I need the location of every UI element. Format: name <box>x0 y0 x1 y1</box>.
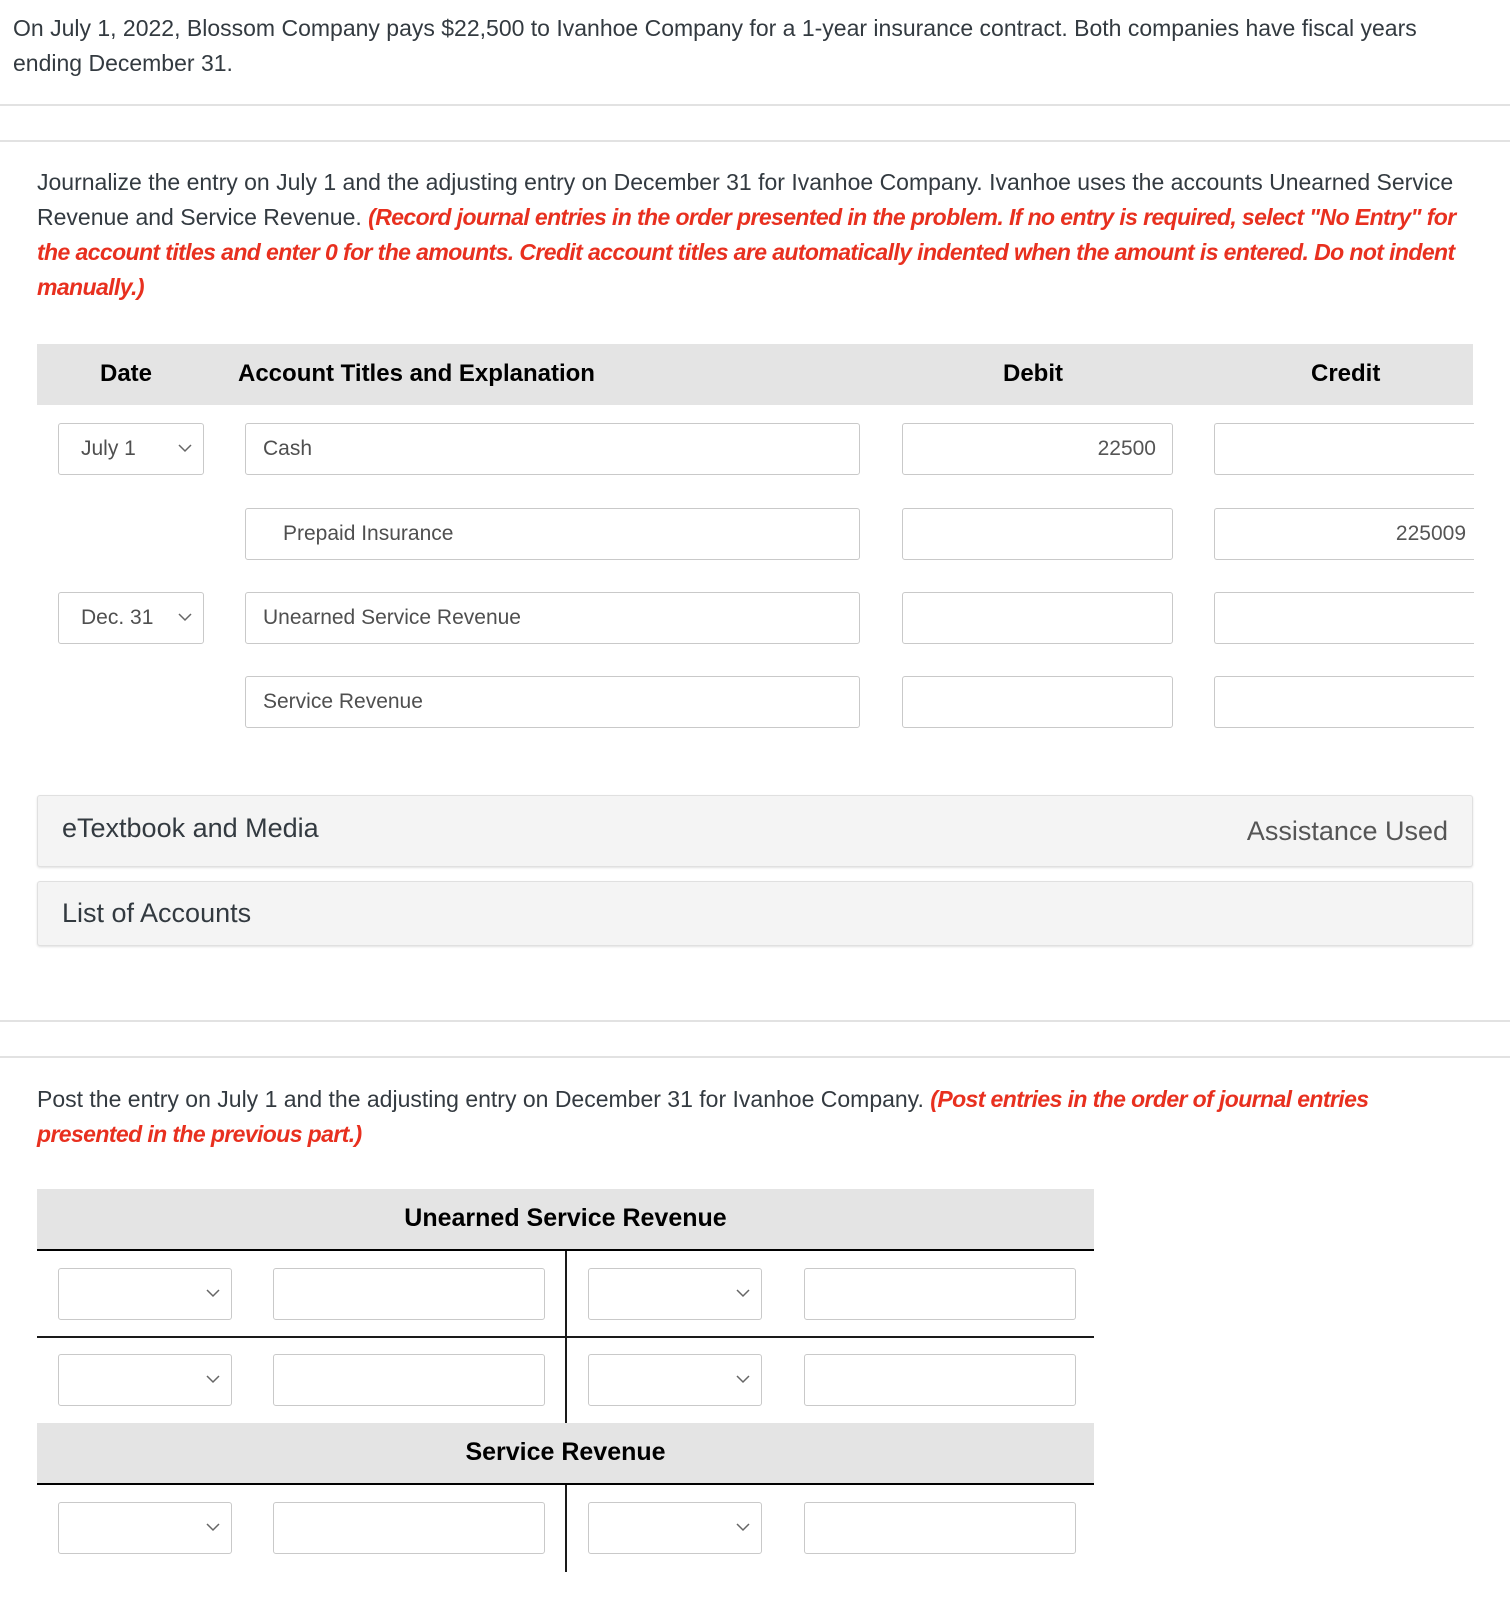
t-right-date-select[interactable] <box>588 1268 762 1320</box>
t-left-amount-input[interactable] <box>273 1354 545 1406</box>
credit-input[interactable]: 225009 <box>1214 508 1474 560</box>
chevron-down-icon <box>178 613 192 622</box>
date-select-value: Dec. 31 <box>81 606 154 629</box>
etextbook-panel[interactable]: eTextbook and Media Assistance Used <box>37 795 1473 867</box>
debit-input[interactable] <box>902 592 1173 644</box>
credit-input[interactable] <box>1214 676 1474 728</box>
date-select-value: July 1 <box>81 437 136 460</box>
list-of-accounts-link[interactable]: List of Accounts <box>62 898 251 929</box>
journal-instructions: Journalize the entry on July 1 and the a… <box>37 165 1477 305</box>
debit-input[interactable] <box>902 508 1173 560</box>
chevron-down-icon <box>206 1523 220 1532</box>
t-account-title: Service Revenue <box>465 1438 666 1466</box>
t-right-amount-input[interactable] <box>804 1502 1076 1554</box>
posting-instructions: Post the entry on July 1 and the adjusti… <box>37 1082 1477 1152</box>
account-title-input[interactable]: Cash <box>245 423 860 475</box>
date-select[interactable]: July 1 <box>58 423 204 475</box>
debit-input[interactable]: 22500 <box>902 423 1173 475</box>
t-account-header: Service Revenue <box>37 1423 1094 1485</box>
chevron-down-icon <box>178 444 192 453</box>
t-account-divider <box>565 1485 567 1572</box>
t-right-date-select[interactable] <box>588 1502 762 1554</box>
credit-input[interactable] <box>1214 592 1474 644</box>
divider <box>0 104 1510 106</box>
t-left-amount-input[interactable] <box>273 1268 545 1320</box>
journal-table-header: Date Account Titles and Explanation Debi… <box>37 344 1473 405</box>
posting-instruction-text: Post the entry on July 1 and the adjusti… <box>37 1086 931 1112</box>
debit-input[interactable] <box>902 676 1173 728</box>
chevron-down-icon <box>206 1289 220 1298</box>
assistance-used-label: Assistance Used <box>1246 816 1448 846</box>
t-right-date-select[interactable] <box>588 1354 762 1406</box>
account-title-input[interactable]: Unearned Service Revenue <box>245 592 860 644</box>
t-left-amount-input[interactable] <box>273 1502 545 1554</box>
chevron-down-icon <box>736 1375 750 1384</box>
date-column-header: Date <box>100 360 153 387</box>
chevron-down-icon <box>206 1375 220 1384</box>
account-title-input[interactable]: Prepaid Insurance <box>245 508 860 560</box>
chevron-down-icon <box>736 1289 750 1298</box>
date-select[interactable]: Dec. 31 <box>58 592 204 644</box>
t-account-header: Unearned Service Revenue <box>37 1189 1094 1251</box>
divider <box>0 1056 1510 1058</box>
credit-column-header: Credit <box>1311 360 1381 387</box>
account-title-input[interactable]: Service Revenue <box>245 676 860 728</box>
t-left-date-select[interactable] <box>58 1502 232 1554</box>
credit-input[interactable] <box>1214 423 1474 475</box>
debit-column-header: Debit <box>1003 360 1063 387</box>
t-left-date-select[interactable] <box>58 1268 232 1320</box>
t-account-row-line <box>37 1336 1094 1338</box>
t-left-date-select[interactable] <box>58 1354 232 1406</box>
divider <box>0 140 1510 142</box>
t-right-amount-input[interactable] <box>804 1354 1076 1406</box>
t-right-amount-input[interactable] <box>804 1268 1076 1320</box>
problem-statement: On July 1, 2022, Blossom Company pays $2… <box>13 15 1417 76</box>
divider <box>0 1020 1510 1022</box>
etextbook-link[interactable]: eTextbook and Media <box>62 813 319 844</box>
list-of-accounts-panel[interactable]: List of Accounts <box>37 881 1473 946</box>
t-account-title: Unearned Service Revenue <box>404 1204 727 1232</box>
account-column-header: Account Titles and Explanation <box>238 360 595 387</box>
chevron-down-icon <box>736 1523 750 1532</box>
